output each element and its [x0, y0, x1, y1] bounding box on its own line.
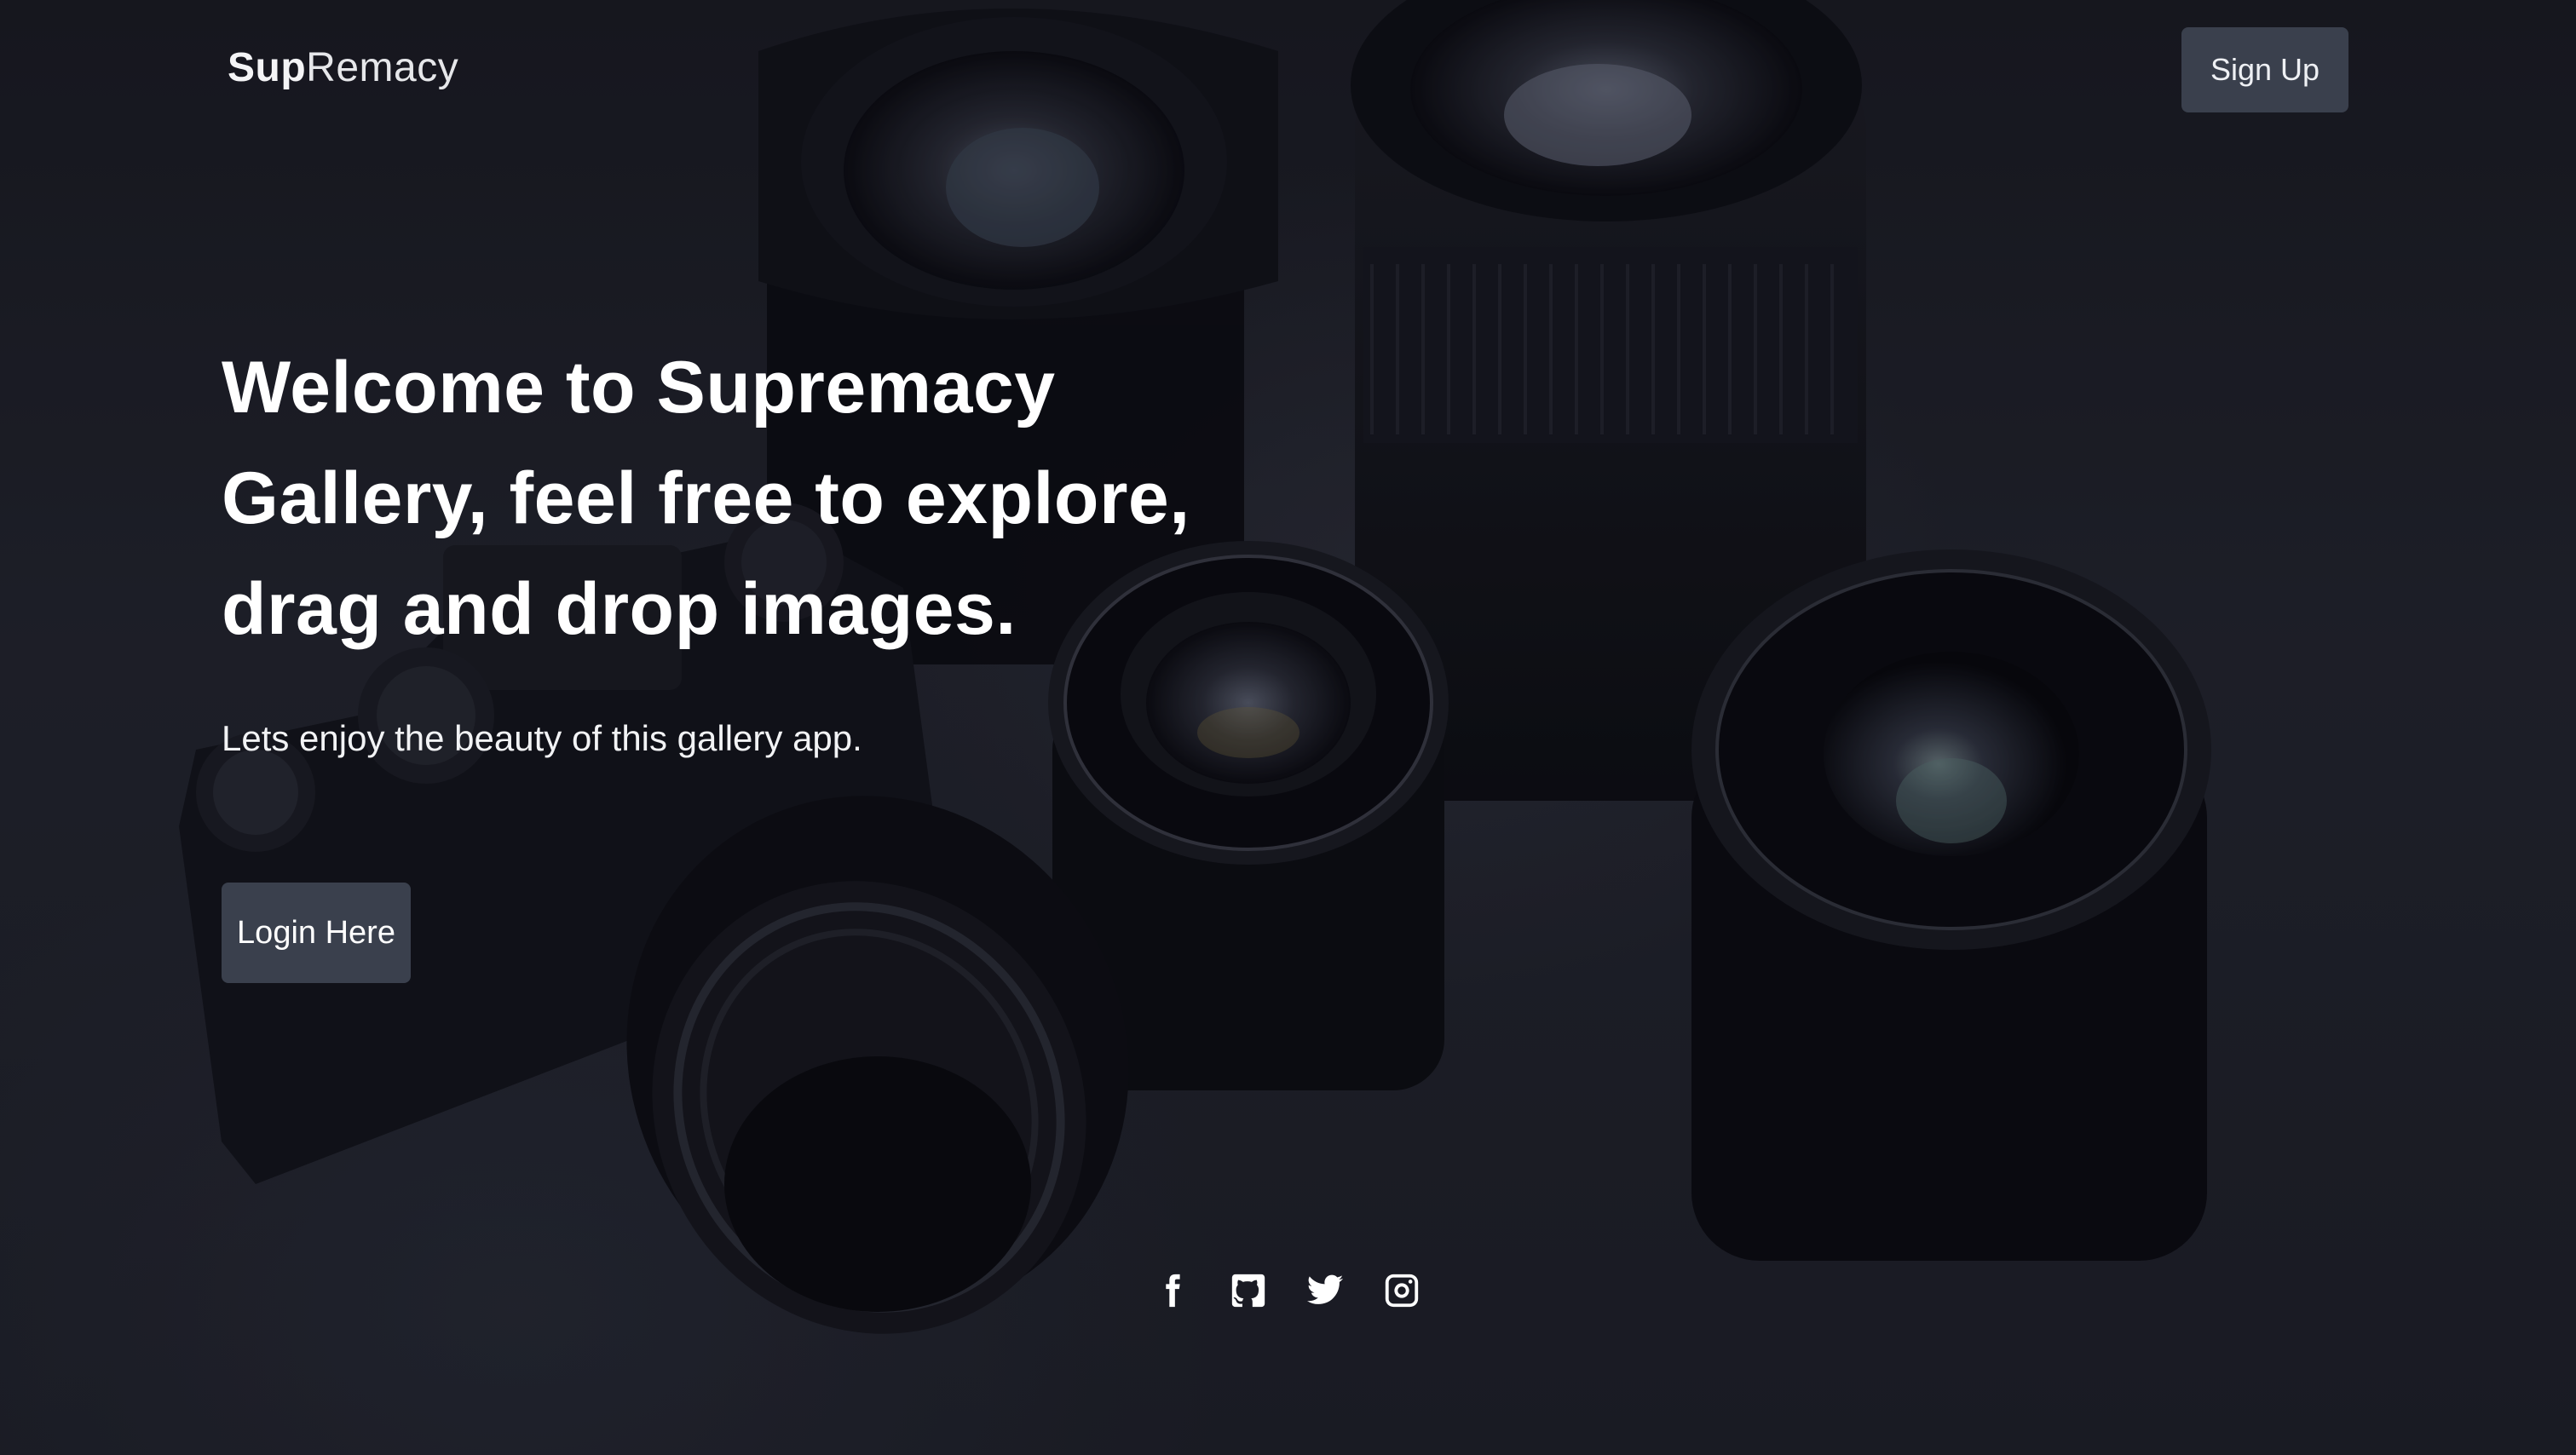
github-icon: [1231, 1274, 1265, 1308]
github-link[interactable]: [1227, 1269, 1270, 1312]
login-button[interactable]: Login Here: [222, 883, 411, 983]
landing-page: SupRemacy Sign Up Welcome to Supremacy G…: [0, 0, 2576, 1455]
site-logo[interactable]: SupRemacy: [228, 44, 458, 91]
hero-subtitle: Lets enjoy the beauty of this gallery ap…: [222, 718, 862, 758]
social-links: [1150, 1269, 1423, 1312]
logo-bold-text: Sup: [228, 45, 307, 90]
facebook-icon: [1166, 1274, 1180, 1308]
instagram-link[interactable]: [1380, 1269, 1423, 1312]
facebook-link[interactable]: [1150, 1269, 1193, 1312]
twitter-icon: [1306, 1274, 1344, 1304]
twitter-link[interactable]: [1304, 1269, 1346, 1312]
instagram-icon: [1385, 1274, 1419, 1308]
logo-light-text: Remacy: [306, 45, 459, 90]
hero-title: Welcome to Supremacy Gallery, feel free …: [222, 347, 1190, 650]
sign-up-button[interactable]: Sign Up: [2181, 27, 2348, 112]
